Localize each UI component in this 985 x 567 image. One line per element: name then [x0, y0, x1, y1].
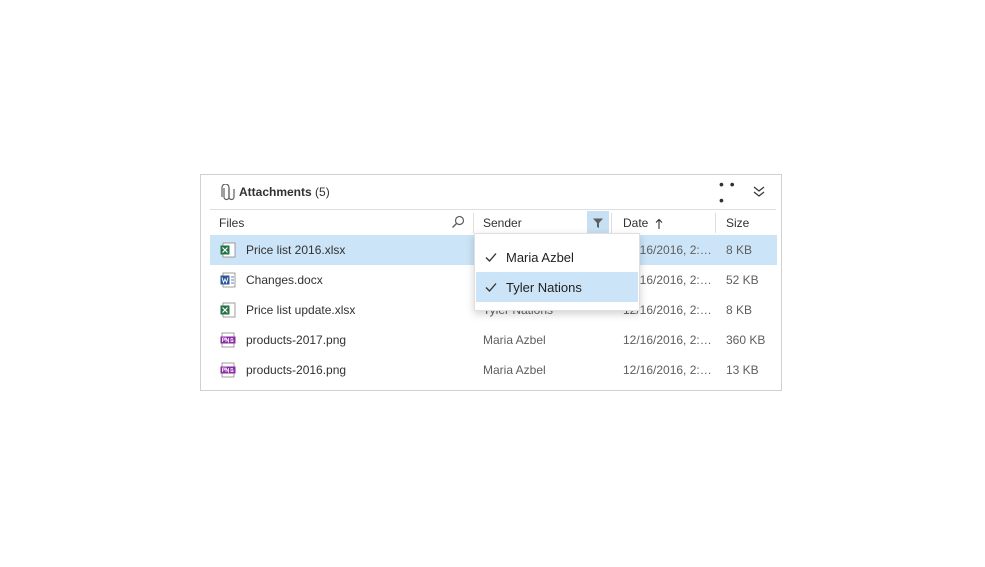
file-name: products-2017.png — [246, 333, 347, 347]
file-size: 8 KB — [726, 243, 753, 257]
file-date: 12/16/2016, 2:1... — [623, 363, 715, 377]
filter-icon — [593, 218, 603, 228]
attachment-row[interactable]: products-2017.png Maria Azbel 12/16/2016, … — [210, 325, 777, 355]
attachment-count: (5) — [315, 185, 330, 199]
sender-filter-dropdown: Maria Azbel Tyler Nations — [474, 233, 640, 311]
column-header-date-label: Date — [623, 216, 649, 230]
file-size: 360 KB — [726, 333, 766, 347]
file-name: Price list update.xlsx — [246, 303, 356, 317]
checkmark-icon — [485, 283, 497, 292]
checkmark-icon — [485, 253, 497, 262]
file-name: Price list 2016.xlsx — [246, 243, 346, 257]
png-file-icon — [220, 362, 236, 378]
column-header-size[interactable]: Size — [726, 211, 776, 235]
filter-option-label: Tyler Nations — [506, 280, 582, 295]
more-options-button[interactable]: • • • — [719, 176, 741, 208]
sender-filter-button[interactable] — [587, 211, 609, 235]
more-icon: • • • — [719, 176, 736, 208]
file-sender: Maria Azbel — [483, 363, 546, 377]
png-file-icon — [220, 332, 236, 348]
excel-file-icon — [220, 302, 236, 318]
file-size: 8 KB — [726, 303, 753, 317]
header-divider — [210, 209, 776, 210]
column-separator[interactable] — [473, 213, 474, 233]
panel-title: Attachments (5) — [239, 185, 330, 199]
file-size: 52 KB — [726, 273, 759, 287]
word-file-icon — [220, 272, 236, 288]
column-header-files[interactable]: Files — [219, 211, 471, 235]
filter-option-tyler-nations[interactable]: Tyler Nations — [476, 272, 638, 302]
file-date: 12/16/2016, 2:1... — [623, 333, 715, 347]
file-sender: Maria Azbel — [483, 333, 546, 347]
column-separator[interactable] — [715, 213, 716, 233]
excel-file-icon — [220, 242, 236, 258]
sort-ascending-icon — [655, 218, 663, 229]
column-separator[interactable] — [611, 213, 612, 233]
filter-option-maria-azbel[interactable]: Maria Azbel — [476, 242, 638, 272]
paperclip-icon — [221, 184, 235, 201]
panel-title-text: Attachments — [239, 185, 312, 199]
filter-option-label: Maria Azbel — [506, 250, 574, 265]
collapse-chevron-icon[interactable] — [749, 182, 769, 202]
file-name: Changes.docx — [246, 273, 323, 287]
file-name: products-2016.png — [246, 363, 347, 377]
attachment-row[interactable]: products-2016.png Maria Azbel 12/16/2016, … — [210, 355, 777, 385]
search-icon[interactable] — [451, 215, 465, 229]
column-header-date[interactable]: Date — [623, 211, 713, 235]
panel-header: Attachments (5) • • • — [201, 175, 781, 210]
file-size: 13 KB — [726, 363, 759, 377]
